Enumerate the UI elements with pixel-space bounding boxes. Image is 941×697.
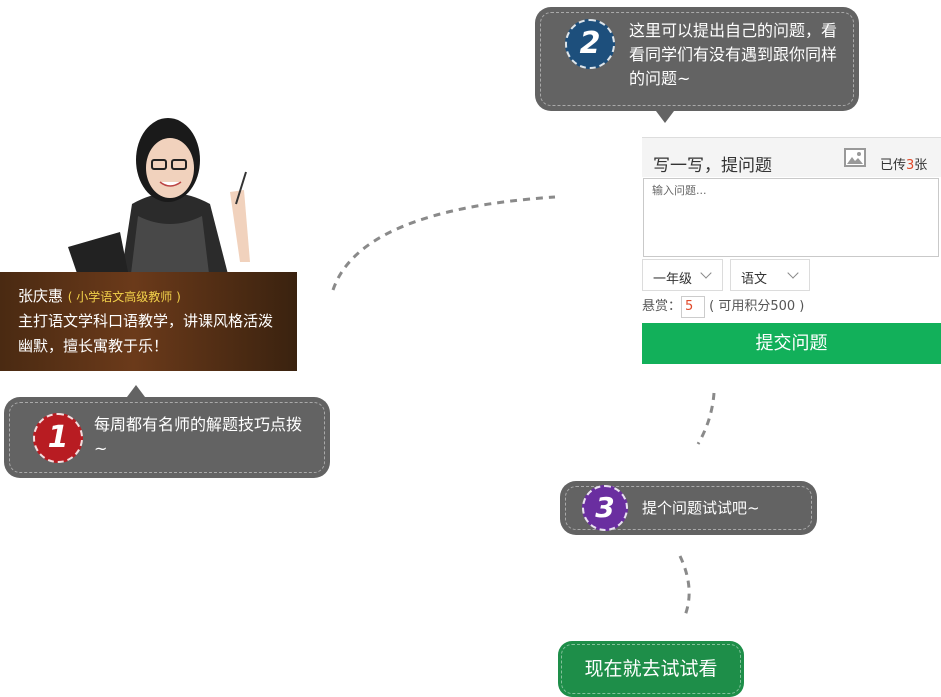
- reward-row: 悬赏： 5 ( 可用积分500 ): [642, 295, 804, 319]
- chevron-down-icon: [787, 267, 799, 279]
- image-upload-icon[interactable]: [844, 148, 866, 167]
- upload-suffix: 张: [914, 158, 928, 173]
- step-3-text: 提个问题试试吧~: [642, 499, 760, 517]
- question-input[interactable]: [643, 178, 939, 257]
- step-3-badge: 3: [582, 485, 628, 531]
- subject-select[interactable]: 语文: [730, 259, 810, 291]
- grade-select[interactable]: 一年级: [642, 259, 723, 291]
- step-1-badge: 1: [33, 413, 83, 463]
- chevron-down-icon: [700, 267, 712, 279]
- bubble-tail: [124, 385, 148, 401]
- subject-select-value: 语文: [741, 272, 768, 287]
- teacher-title: ( 小学语文高级教师 ): [67, 290, 181, 304]
- try-now-label: 现在就去试试看: [584, 658, 718, 680]
- step-2-text: 这里可以提出自己的问题，看看同学们有没有遇到跟你同样的问题~: [629, 21, 838, 88]
- try-now-button[interactable]: 现在就去试试看: [558, 641, 744, 697]
- teacher-card: 张庆惠 ( 小学语文高级教师 ) 主打语文学科口语教学，讲课风格活泼幽默，擅长寓…: [0, 272, 297, 371]
- bubble-tail: [653, 107, 677, 123]
- submit-question-button[interactable]: 提交问题: [642, 323, 941, 364]
- upload-count: 已传3张: [880, 154, 927, 173]
- teacher-name: 张庆惠: [18, 287, 64, 305]
- upload-prefix: 已传: [880, 158, 907, 173]
- points-note: ( 可用积分500 ): [709, 299, 805, 314]
- reward-label: 悬赏：: [642, 299, 682, 314]
- step-2-badge: 2: [565, 19, 615, 69]
- teacher-description: 主打语文学科口语教学，讲课风格活泼幽默，擅长寓教于乐！: [18, 312, 274, 355]
- reward-input[interactable]: 5: [681, 295, 706, 318]
- teacher-photo: [68, 118, 250, 282]
- grade-select-value: 一年级: [653, 272, 693, 287]
- step-2-bubble: 2 这里可以提出自己的问题，看看同学们有没有遇到跟你同样的问题~: [537, 9, 857, 123]
- ask-question-form: 写一写，提问题 已传3张 一年级 语文 悬赏：5 ( 可用积分500 ) 提交问…: [642, 137, 941, 364]
- step-1-bubble: 1 每周都有名师的解题技巧点拨~: [6, 385, 328, 476]
- step-1-text: 每周都有名师的解题技巧点拨~: [94, 415, 303, 458]
- ask-form-title: 写一写，提问题: [653, 156, 772, 176]
- step-3-bubble: 3 提个问题试试吧~: [562, 483, 815, 533]
- teacher-name-row: 张庆惠 ( 小学语文高级教师 ): [18, 284, 279, 309]
- ask-form-header: 写一写，提问题 已传3张: [642, 137, 941, 177]
